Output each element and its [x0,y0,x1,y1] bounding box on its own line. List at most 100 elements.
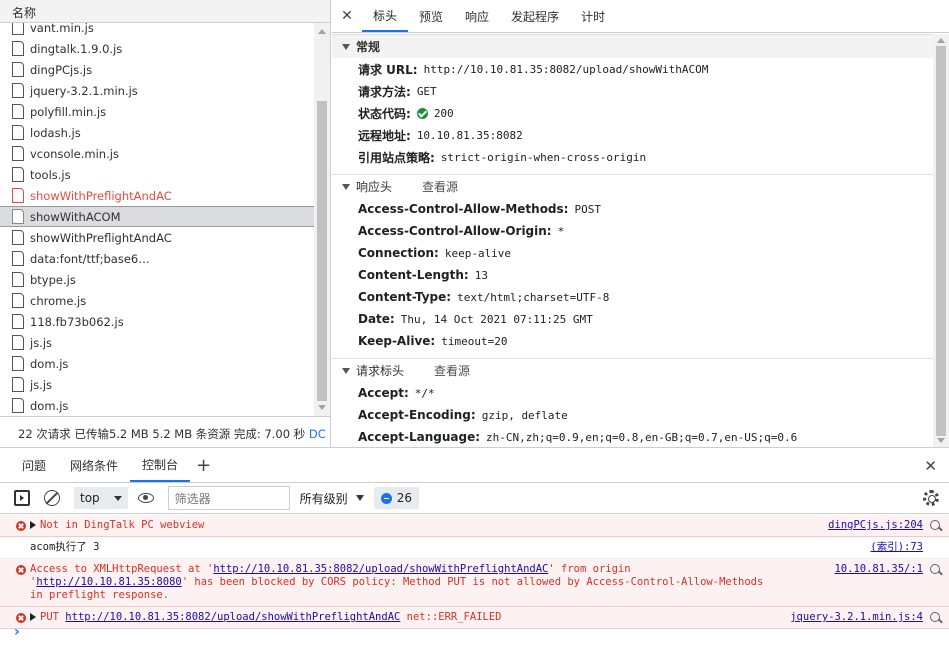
message-source-link[interactable]: 10.10.81.35/:1 [834,563,923,576]
request-row[interactable]: btype.js [0,269,314,290]
general-section-title: 常规 [356,40,381,54]
request-row[interactable]: 118.fb73b062.js [0,311,314,332]
live-expression-eye-icon[interactable] [137,493,154,503]
scroll-down-arrow-icon[interactable] [937,438,945,443]
message-origin-link[interactable]: http://10.10.81.35:8080 [36,576,181,588]
scroll-up-arrow-icon[interactable] [318,29,326,34]
triangle-down-icon [342,183,350,190]
response-headers-list: Access-Control-Allow-Methods: POST Access-… [332,198,933,352]
drawer-tab-0[interactable]: 问题 [10,448,58,482]
request-view-source-link[interactable]: 查看源 [434,362,470,379]
message-text: Access to XMLHttpRequest at 'http://10.1… [30,563,780,602]
response-headers-section-header[interactable]: 响应头 查看源 [332,174,933,198]
request-name: dom.js [30,398,69,413]
drawer-tabs: 问题 网络条件 控制台 + ✕ [0,448,949,483]
clear-console-icon[interactable] [44,490,60,506]
file-icon [12,230,24,245]
request-name: vconsole.min.js [30,146,119,161]
log-level-selector[interactable]: 所有级别 [300,490,364,507]
request-row[interactable]: jquery-3.2.1.min.js [0,80,314,101]
request-row[interactable]: showWithPreflightAndAC [0,227,314,248]
request-name: dingPCjs.js [30,62,93,77]
header-value: */* [414,386,435,400]
header-key: Accept: [358,386,409,400]
detail-tabs: ✕ 标头 预览 响应 发起程序 计时 [332,0,949,33]
context-selector[interactable]: top [74,487,128,509]
dom-content-loaded-link[interactable]: DC [309,427,326,441]
file-icon [12,41,24,56]
message-count: 26 [396,491,412,505]
header-row: Accept-Language: zh-CN,zh;q=0.9,en;q=0.8,… [332,426,933,447]
tab-1[interactable]: 预览 [408,0,454,32]
general-section-header[interactable]: 常规 [332,34,933,58]
message-source-link[interactable]: (索引):73 [870,541,923,554]
add-tab-icon[interactable]: + [196,455,211,476]
response-view-source-link[interactable]: 查看源 [422,178,458,195]
drawer-tab-1[interactable]: 网络条件 [58,448,130,482]
remote-address-key: 远程地址: [358,128,411,143]
console-settings-gear-icon[interactable] [923,490,939,506]
console-prompt[interactable]: › [14,624,20,640]
search-icon[interactable] [930,612,940,622]
referrer-policy-row: 引用站点策略: strict-origin-when-cross-origin [332,146,933,168]
request-row[interactable]: dom.js [0,353,314,374]
console-filter-input[interactable]: 筛选器 [167,486,290,510]
request-row[interactable]: dom.js [0,395,314,416]
headers-scrollbar[interactable] [933,34,949,447]
close-detail-icon[interactable]: ✕ [332,0,362,32]
request-name: jquery-3.2.1.min.js [30,83,138,98]
search-icon[interactable] [930,564,940,574]
tab-4[interactable]: 计时 [570,0,616,32]
network-request-panel: vant.min.js dingtalk.1.9.0.js dingPCjs.js j… [0,0,331,447]
message-source-link[interactable]: dingPCjs.js:204 [828,519,923,532]
request-row[interactable]: chrome.js [0,290,314,311]
request-detail-panel: ✕ 标头 预览 响应 发起程序 计时 常规 请求 URL: http://10.10.8… [332,0,949,447]
request-name: 118.fb73b062.js [30,314,124,329]
request-row[interactable]: polyfill.min.js [0,101,314,122]
scroll-down-arrow-icon[interactable] [318,405,326,410]
request-row[interactable]: showWithPreflightAndAC [0,185,314,206]
request-list-scrollbar[interactable] [314,23,330,416]
file-icon [12,293,24,308]
header-row: Connection: keep-alive [332,242,933,264]
tab-3[interactable]: 发起程序 [500,0,570,32]
search-icon[interactable] [930,520,940,530]
message-url-link[interactable]: http://10.10.81.35:8082/upload/showWithP… [213,563,548,575]
triangle-down-icon [342,367,350,374]
scroll-up-arrow-icon[interactable] [937,38,945,43]
scrollbar-thumb[interactable] [936,46,946,436]
request-row[interactable]: showWithACOM [0,206,314,227]
expand-triangle-icon[interactable] [30,521,36,529]
header-value: * [557,224,565,238]
message-body: Not in DingTalk PC webview [40,519,205,531]
tab-0[interactable]: 标头 [362,0,409,32]
request-headers-section-header[interactable]: 请求标头 查看源 [332,358,933,382]
message-source-link[interactable]: jquery-3.2.1.min.js:4 [790,611,923,624]
scrollbar-thumb[interactable] [317,101,327,401]
file-icon [12,335,24,350]
request-row[interactable]: dingPCjs.js [0,59,314,80]
close-drawer-icon[interactable]: ✕ [924,457,937,475]
request-row[interactable]: tools.js [0,164,314,185]
show-sidebar-icon[interactable] [14,490,30,506]
status-ok-icon [416,107,428,119]
request-row[interactable]: js.js [0,332,314,353]
drawer-tab-2[interactable]: 控制台 [130,448,191,482]
request-row[interactable]: js.js [0,374,314,395]
file-icon [12,125,24,140]
request-name: dom.js [30,356,69,371]
log-level-value: 所有级别 [299,491,348,506]
response-headers-title: 响应头 [356,180,393,194]
request-row[interactable]: data:font/ttf;base6… [0,248,314,269]
request-row[interactable]: lodash.js [0,122,314,143]
request-row[interactable]: dingtalk.1.9.0.js [0,38,314,59]
header-value: keep-alive [444,246,512,260]
request-row[interactable]: vconsole.min.js [0,143,314,164]
request-name: js.js [30,377,53,392]
name-column-header[interactable]: 名称 [0,0,330,23]
triangle-down-icon [342,43,350,50]
message-url-link[interactable]: http://10.10.81.35:8082/upload/showWithP… [65,611,400,623]
expand-triangle-icon[interactable] [30,613,36,621]
tab-2[interactable]: 响应 [454,0,500,32]
message-count-badge[interactable]: 26 [373,487,419,509]
